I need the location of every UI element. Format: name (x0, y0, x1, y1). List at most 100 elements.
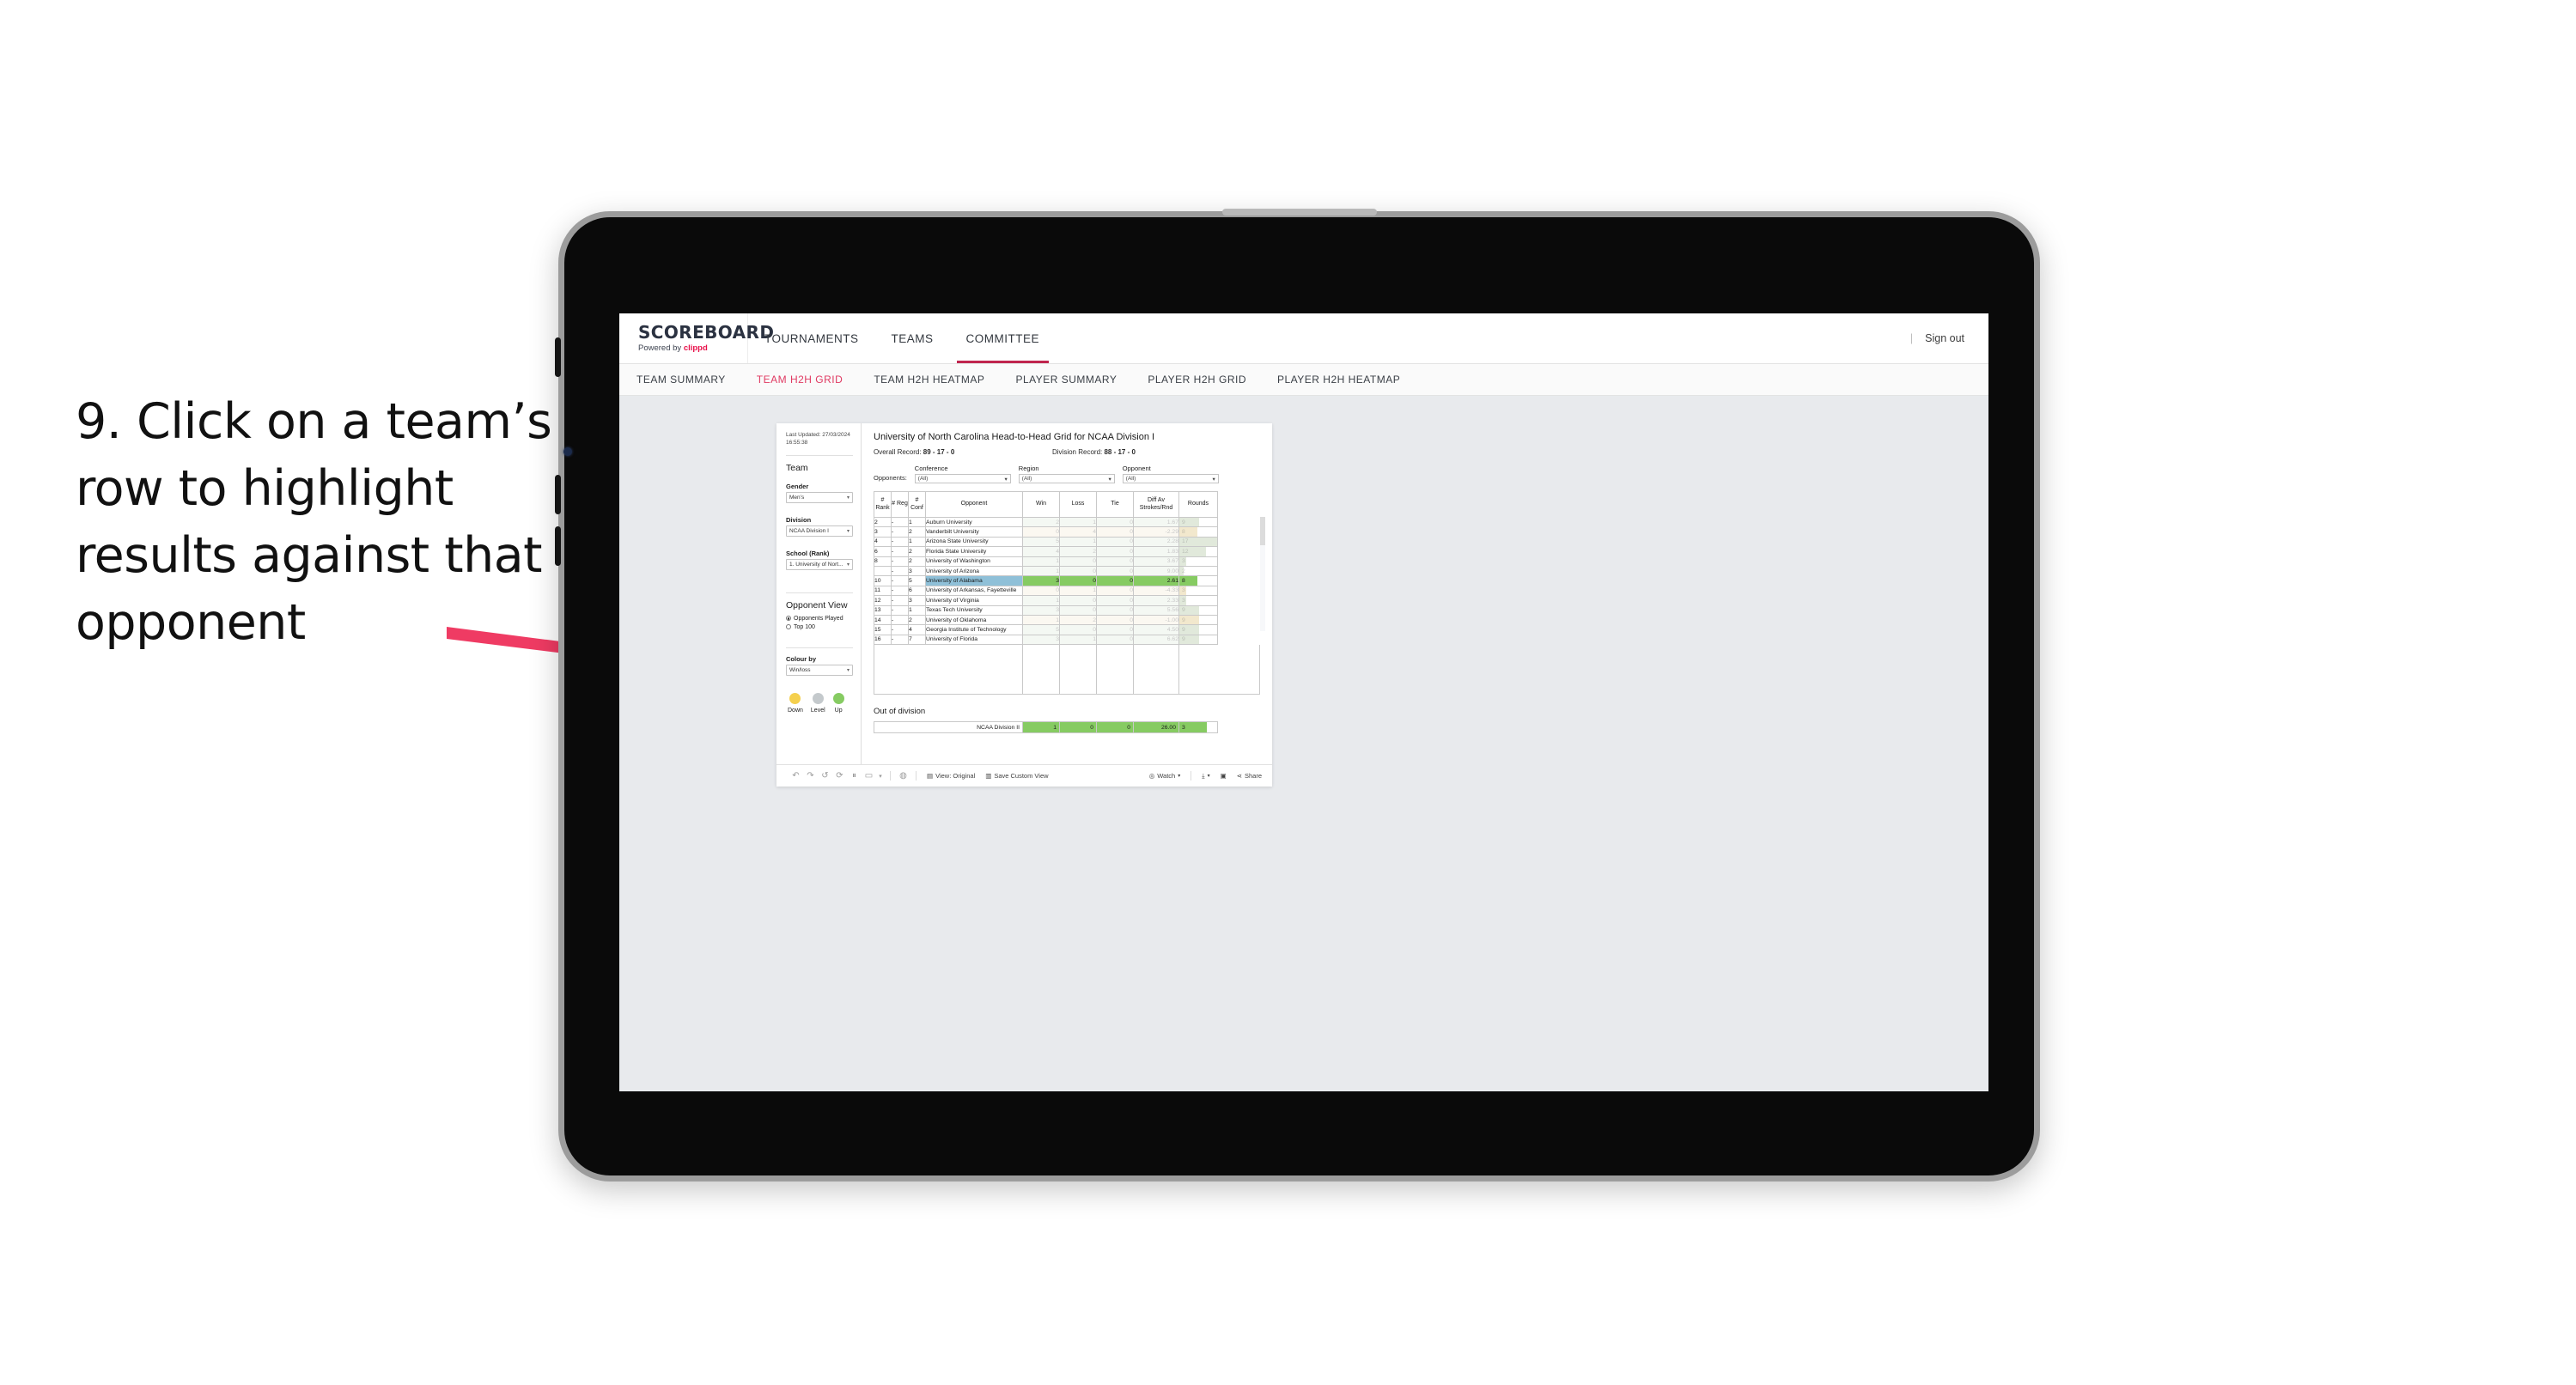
cell-win: 2 (1022, 516, 1060, 528)
rounds-value: 8 (1182, 578, 1185, 585)
cell-loss: 1 (1059, 536, 1097, 548)
col-rounds[interactable]: Rounds (1178, 491, 1218, 518)
table-row[interactable]: 13-1 Texas Tech University 3 0 0 5.56 9 (874, 604, 1218, 616)
table-row[interactable]: 15-4 Georgia Institute of Technology 5 0 0 4.… (874, 624, 1218, 635)
tab-team-h2h-heatmap[interactable]: TEAM H2H HEATMAP (858, 374, 1000, 386)
cell-opponent: University of Florida (925, 634, 1023, 646)
power-button[interactable] (555, 526, 561, 566)
volume-up-button[interactable] (555, 337, 561, 377)
overall-record-label: Overall Record: (874, 448, 923, 456)
volume-down-button[interactable] (555, 475, 561, 514)
save-custom-view-button[interactable]: ▥ Save Custom View (980, 772, 1053, 780)
table-row[interactable]: 8-2 University of Washington 1 0 0 3.67 3 (874, 556, 1218, 567)
cell-rank: 15 (874, 624, 892, 635)
cell-win: 5 (1022, 536, 1060, 548)
sidebar-divider-2 (786, 592, 853, 593)
cell-rounds: 17 (1178, 536, 1218, 548)
filter-region-value: (All) (1021, 476, 1032, 482)
division-record-label: Division Record: (1052, 448, 1105, 456)
device-preview-button[interactable]: ▣ (1215, 772, 1232, 780)
table-row[interactable]: 6-2 Florida State University 4 2 0 1.83 12 (874, 546, 1218, 557)
revert-icon[interactable]: ↺ (818, 771, 832, 781)
cell-tie: 0 (1096, 546, 1134, 557)
table-row[interactable]: 3-2 Vanderbilt University 0 4 0 -2.29 8 (874, 526, 1218, 538)
tab-team-h2h-grid[interactable]: TEAM H2H GRID (741, 374, 859, 386)
cell-diff: 4.50 (1133, 624, 1179, 635)
cell-rounds: 9 (1178, 614, 1218, 626)
redo-icon[interactable]: ↷ (803, 771, 818, 781)
col-opponent[interactable]: Opponent (925, 491, 1023, 518)
gender-select[interactable]: Men’s ▾ (786, 491, 853, 503)
filter-region-select[interactable]: (All) ▾ (1018, 474, 1115, 483)
view-original-button[interactable]: ▤ View: Original (922, 772, 980, 780)
table-row[interactable]: 10-5 University of Alabama 3 0 0 2.61 8 (874, 575, 1218, 586)
cell-rank: 12 (874, 595, 892, 606)
cell-diff: -1.00 (1133, 614, 1179, 626)
cell-rounds: 9 (1178, 634, 1218, 646)
presentation-icon[interactable]: ▭ (862, 771, 876, 781)
filter-opponent-select[interactable]: (All) ▾ (1122, 474, 1219, 483)
col-diff[interactable]: Diff Av Strokes/Rnd (1133, 491, 1179, 518)
gender-label: Gender (786, 482, 809, 490)
division-select[interactable]: NCAA Division I ▾ (786, 525, 853, 537)
table-row[interactable]: 16-7 University of Florida 3 1 0 6.62 9 (874, 634, 1218, 646)
out-of-division-row[interactable]: NCAA Division II 1 0 0 26.00 3 (874, 721, 1218, 734)
table-row[interactable]: 14-2 University of Oklahoma 1 2 0 -1.00 9 (874, 614, 1218, 626)
top-navigation-bar: SCOREBOARD Powered by clippd TOURNAMENTS… (619, 313, 1988, 364)
cell-win: 0 (1022, 526, 1060, 538)
cell-win: 1 (1022, 595, 1060, 606)
brand-logo[interactable]: SCOREBOARD Powered by clippd (619, 313, 774, 363)
table-row[interactable]: 12-3 University of Virginia 1 0 0 2.33 3 (874, 595, 1218, 606)
toolbar-divider-1 (890, 771, 891, 781)
cell-reg: - (891, 634, 909, 646)
cell-conf: 2 (908, 526, 926, 538)
cell-rank: 6 (874, 546, 892, 557)
download-button[interactable]: ⤓ ▾ (1197, 772, 1215, 781)
col-rank[interactable]: # Rank (874, 491, 892, 518)
watch-button[interactable]: ◎ Watch ▾ (1144, 772, 1186, 780)
powered-prefix: Powered by (638, 343, 684, 353)
highlight-icon[interactable]: ◍ (896, 771, 910, 781)
rounds-value: 17 (1182, 538, 1189, 545)
undo-icon[interactable]: ↶ (789, 771, 803, 781)
scrollbar-thumb[interactable] (1260, 517, 1265, 545)
ood-rounds: 3 (1178, 721, 1218, 734)
cell-diff: -2.29 (1133, 526, 1179, 538)
col-reg[interactable]: # Reg (891, 491, 909, 518)
cell-win: 5 (1022, 624, 1060, 635)
col-tie[interactable]: Tie (1096, 491, 1134, 518)
nav-item-tournaments[interactable]: TOURNAMENTS (748, 313, 875, 363)
tab-team-summary[interactable]: TEAM SUMMARY (636, 374, 741, 386)
table-row[interactable]: 2-1 Auburn University 2 1 0 1.67 9 (874, 516, 1218, 528)
nav-item-committee[interactable]: COMMITTEE (950, 313, 1057, 363)
col-win[interactable]: Win (1022, 491, 1060, 518)
colour-by-select[interactable]: Win/loss ▾ (786, 664, 853, 676)
cell-diff: -4.33 (1133, 585, 1179, 597)
chevron-down-icon[interactable]: ▾ (876, 773, 885, 780)
tab-player-summary[interactable]: PLAYER SUMMARY (1000, 374, 1132, 386)
tab-player-h2h-grid[interactable]: PLAYER H2H GRID (1132, 374, 1262, 386)
pause-icon[interactable]: ⏸ (847, 771, 862, 781)
instruction-text: 9. Click on a team’s row to highlight re… (76, 393, 552, 652)
grid-vertical-scrollbar[interactable] (1260, 517, 1265, 631)
share-button[interactable]: ⋖ Share (1232, 772, 1272, 780)
cell-diff: 2.61 (1133, 575, 1179, 586)
col-loss[interactable]: Loss (1059, 491, 1097, 518)
filter-conference-select[interactable]: (All) ▾ (914, 474, 1011, 483)
table-row[interactable]: 4-1 Arizona State University 5 1 0 2.28 17 (874, 536, 1218, 548)
filter-conference: Conference (All) ▾ (914, 465, 1011, 483)
radio-top-100[interactable]: Top 100 (786, 624, 853, 630)
school-rank-select[interactable]: 1. University of Nort... ▾ (786, 558, 853, 570)
sign-out-link[interactable]: Sign out (1925, 332, 1964, 344)
radio-opponents-played[interactable]: Opponents Played (786, 616, 853, 622)
col-conf[interactable]: # Conf (908, 491, 926, 518)
cell-loss: 0 (1059, 565, 1097, 577)
cell-rank (874, 565, 892, 577)
table-row[interactable]: 11-6 University of Arkansas, Fayetteville… (874, 585, 1218, 597)
chevron-down-icon: ▾ (846, 667, 850, 673)
refresh-icon[interactable]: ⟳ (832, 771, 847, 781)
tab-player-h2h-heatmap[interactable]: PLAYER H2H HEATMAP (1262, 374, 1416, 386)
nav-item-teams[interactable]: TEAMS (875, 313, 950, 363)
table-row[interactable]: -3 University of Arizona 1 0 0 9.00 2 (874, 565, 1218, 577)
cell-tie: 0 (1096, 516, 1134, 528)
